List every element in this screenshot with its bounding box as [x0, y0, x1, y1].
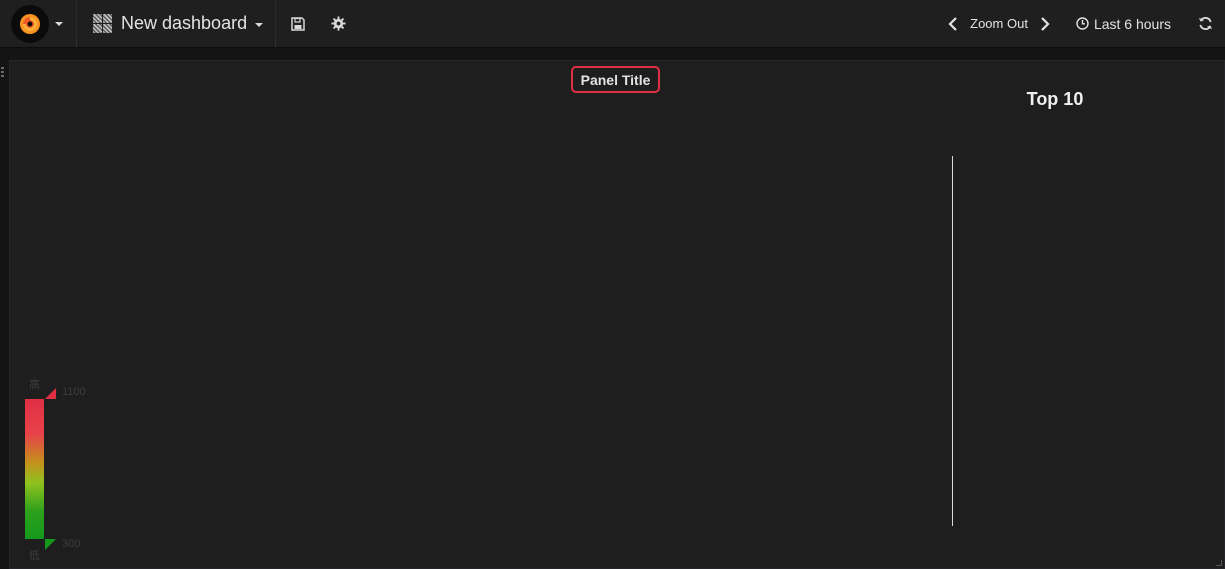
zoom-forward-button[interactable] — [1032, 0, 1058, 48]
panel-title[interactable]: Panel Title — [571, 66, 660, 93]
panel-resize-handle[interactable] — [1216, 560, 1222, 566]
logo-menu-button[interactable] — [0, 0, 77, 48]
zoom-controls: Zoom Out — [940, 0, 1058, 48]
row-drag-handle[interactable] — [1, 67, 5, 79]
legend-high-label: 高 — [29, 379, 40, 391]
zoom-back-button[interactable] — [940, 0, 966, 48]
save-dashboard-button[interactable] — [276, 0, 320, 48]
chevron-right-icon — [1041, 16, 1050, 31]
dashboard-panel: Panel Title Top 10 高 1100 300 低 — [9, 60, 1225, 569]
top-list-title: Top 10 — [1026, 89, 1084, 109]
legend-low-label: 低 — [29, 550, 40, 562]
legend-max-marker — [45, 388, 56, 399]
dashboard-title: New dashboard — [121, 13, 248, 33]
color-scale-legend — [25, 399, 44, 539]
caret-down-icon — [255, 22, 264, 27]
dashboard-title-button[interactable]: New dashboard — [77, 0, 277, 48]
legend-max-value: 1100 — [62, 386, 86, 398]
refresh-icon — [1198, 16, 1212, 31]
clock-icon — [1076, 17, 1089, 30]
time-range-label: Last 6 hours — [1093, 15, 1171, 32]
legend-min-value: 300 — [62, 538, 81, 550]
legend-min-marker — [45, 539, 56, 550]
grafana-logo-icon — [11, 4, 49, 43]
refresh-button[interactable] — [1185, 0, 1225, 48]
top-navbar: New dashboard Zoom Out Last 6 hours — [0, 0, 1225, 48]
save-icon — [291, 16, 305, 31]
caret-down-icon — [55, 21, 63, 26]
panel-divider — [952, 156, 953, 526]
time-range-picker[interactable]: Last 6 hours — [1058, 0, 1185, 48]
chevron-left-icon — [948, 16, 957, 31]
settings-button[interactable] — [320, 0, 356, 48]
zoom-out-button[interactable]: Zoom Out — [966, 16, 1032, 31]
gear-icon — [331, 16, 346, 31]
dashboard-grid-icon — [93, 14, 112, 33]
